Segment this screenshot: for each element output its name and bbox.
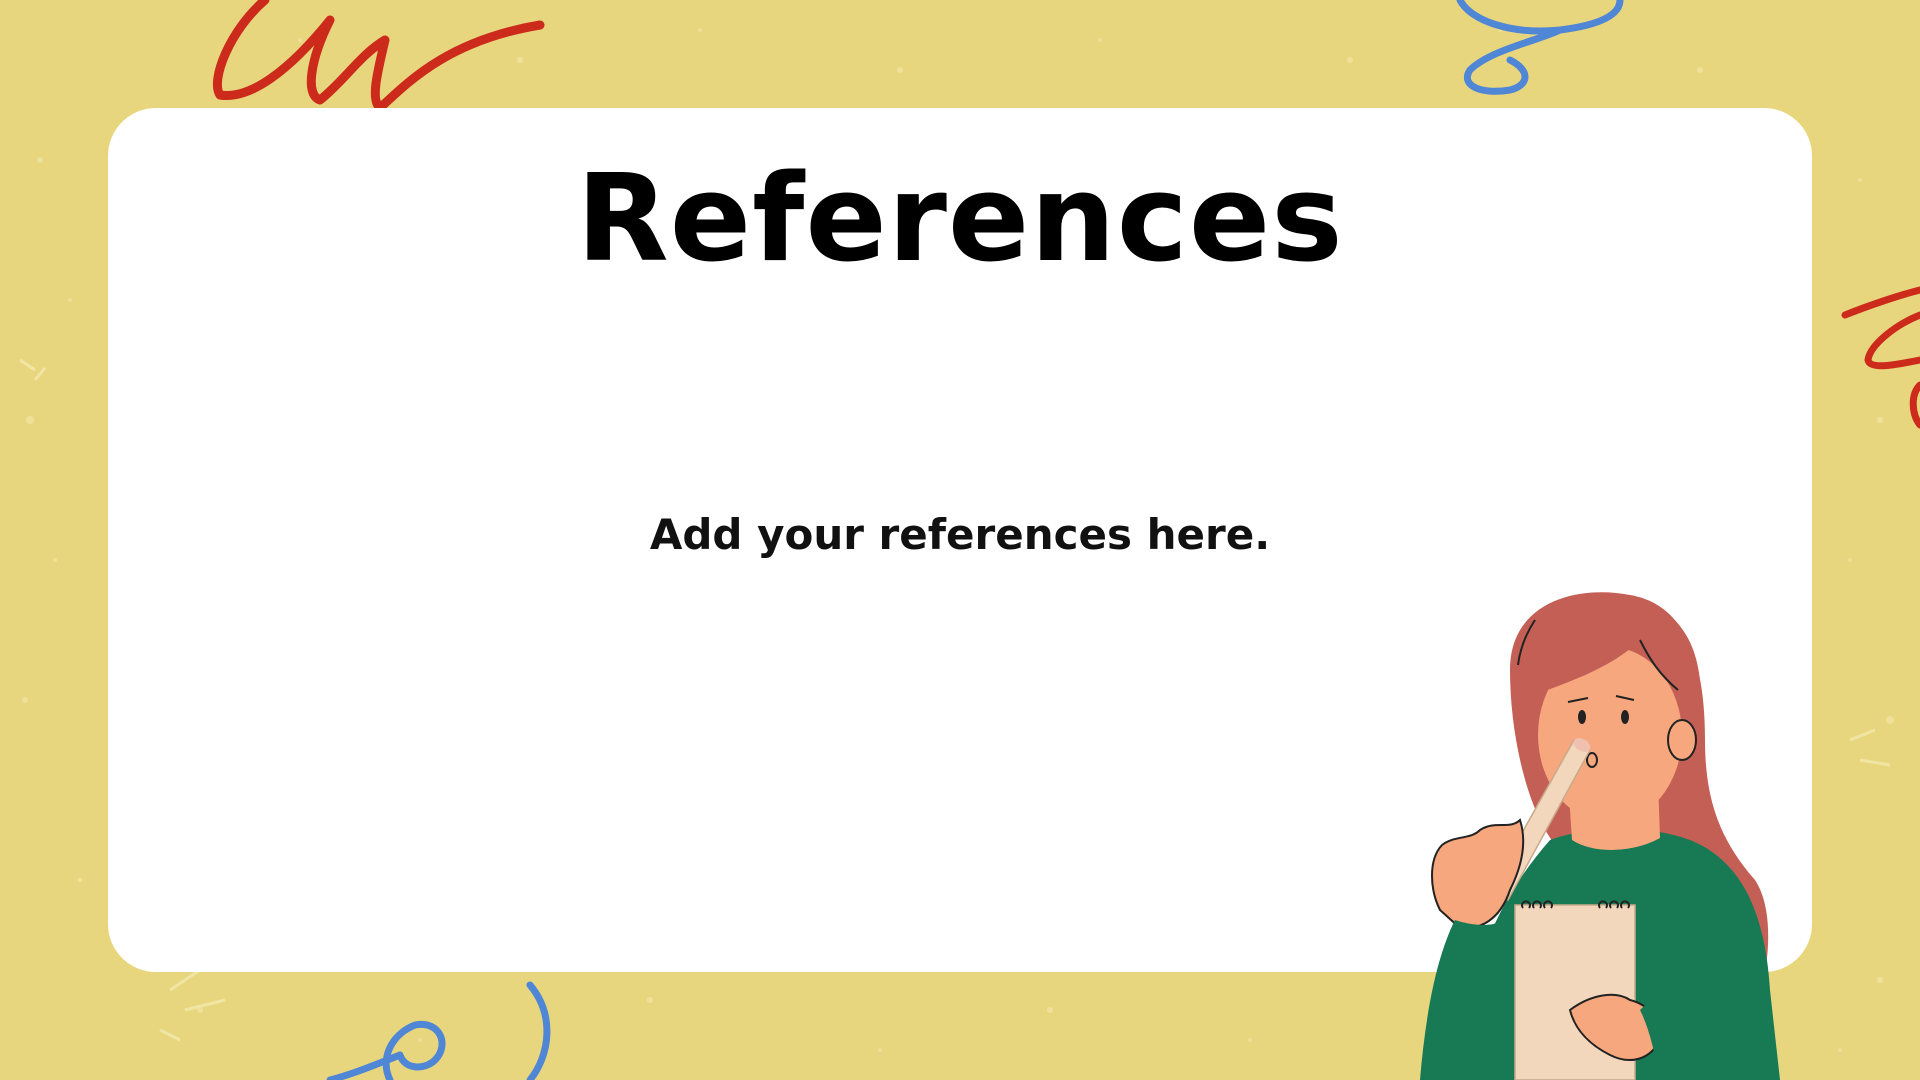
woman-thinking-illustration-icon bbox=[1420, 592, 1780, 1080]
blue-scribble-top-right-icon bbox=[1456, 0, 1624, 95]
red-scribble-right-icon bbox=[1841, 286, 1920, 429]
slide-body-text: Add your references here. bbox=[649, 510, 1271, 559]
slide-title: References bbox=[576, 150, 1344, 289]
blue-scribble-bottom-left-icon bbox=[326, 981, 551, 1080]
red-scribble-top-left-icon bbox=[212, 0, 545, 113]
